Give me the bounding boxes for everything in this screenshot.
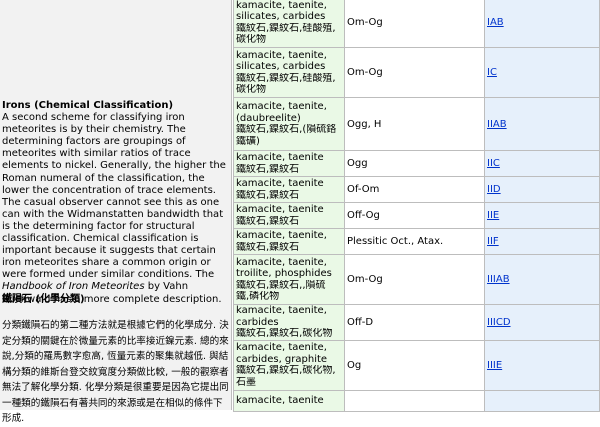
chemical-class-link[interactable]: IC — [487, 67, 497, 78]
structural-group-cell: Og — [344, 339, 485, 391]
mineralogy-cell: kamacite, taenite, 鐵紋石,鎳紋石 — [233, 228, 345, 255]
structural-group-cell: Plessitic Oct., Atax. — [344, 228, 485, 255]
mineralogy-line: silicates, carbides — [236, 61, 326, 72]
mineralogy-cell: kamacite, taenite, silicates, carbides 鐵紋石… — [233, 0, 345, 48]
structural-group-cell: Om-Og — [344, 254, 485, 305]
mineralogy-line: carbides — [236, 316, 279, 328]
table-row: kamacite, taenite, 鐵紋石,鎳紋石 Plessitic Oct.,… — [233, 228, 600, 255]
mineralogy-line: 鐵紋石,鎳紋石 — [236, 241, 300, 253]
mineralogy-line: kamacite, taenite, — [236, 342, 327, 353]
mineralogy-line: carbides, graphite — [236, 353, 328, 365]
structural-group-cell — [344, 389, 485, 412]
mineralogy-line: 鐵紋石,鎳紋石,硅酸殖, — [236, 72, 336, 84]
chemical-class-cell: IIE — [484, 202, 600, 229]
mineralogy-cell: kamacite, taenite 鐵紋石,鎳紋石 — [233, 202, 345, 229]
mineralogy-line: kamacite, taenite — [236, 152, 324, 163]
mineralogy-line: 鐵紋石,鎳紋石,(隕硫鉻 — [236, 124, 337, 135]
table-row: kamacite, taenite 鐵紋石,鎳紋石 Of-Om IID — [233, 176, 600, 203]
chemical-class-cell: IC — [484, 47, 600, 98]
chemical-class-cell: IIAB — [484, 97, 600, 151]
chemical-class-link[interactable]: IIICD — [487, 317, 511, 328]
mineralogy-line: silicates, carbides — [236, 11, 326, 22]
mineralogy-line: 鐵,磷化物 — [236, 291, 280, 302]
table-row: kamacite, taenite, carbides, graphite 鐵紋石,… — [233, 339, 600, 391]
mineralogy-line: 鐵礦) — [236, 135, 260, 147]
structural-group-cell: Ogg — [344, 150, 485, 177]
description-panel: Irons (Chemical Classification) A second… — [0, 0, 232, 424]
mineralogy-cell: kamacite, taenite, silicates, carbides 鐵紋石… — [233, 47, 345, 98]
mineralogy-line: kamacite, taenite, — [236, 49, 327, 61]
mineralogy-line: kamacite, taenite — [236, 204, 324, 215]
chemical-class-cell: IIF — [484, 228, 600, 255]
chinese-heading: 鐵隕石 (化學分類) — [2, 294, 85, 305]
mineralogy-line: 鐵紋石,鎳紋石,,隕硫 — [236, 279, 326, 291]
mineralogy-cell: kamacite, taenite, troilite, phosphides 鐵紋… — [233, 254, 345, 305]
mineralogy-line: kamacite, taenite, — [236, 101, 327, 112]
chinese-paragraph: 分類鐵隕石的第二種方法就是根據它們的化學成分. 決定分類的關鍵在於微量元素的比率… — [2, 320, 229, 424]
mineralogy-line: 鐵紋石,鎳紋石 — [236, 215, 300, 227]
chemical-class-cell: IAB — [484, 0, 600, 48]
table-row: kamacite, taenite 鐵紋石,鎳紋石 Ogg IIC — [233, 150, 600, 177]
chemical-class-link[interactable]: IID — [487, 184, 501, 195]
table-row: kamacite, taenite, silicates, carbides 鐵紋石… — [233, 0, 600, 48]
mineralogy-line: 鐵紋石,鎳紋石,硅酸殖, — [236, 22, 336, 34]
chemical-class-link[interactable]: IIC — [487, 158, 500, 169]
english-description: Irons (Chemical Classification) A second… — [2, 100, 230, 306]
chemical-class-link[interactable]: IAB — [487, 17, 504, 28]
structural-group-cell: Om-Og — [344, 0, 485, 48]
mineralogy-line: kamacite, taenite, — [236, 256, 327, 268]
structural-group-cell: Off-Og — [344, 202, 485, 229]
structural-group-cell: Ogg, H — [344, 97, 485, 151]
section-heading: Irons (Chemical Classification) — [2, 100, 174, 111]
structural-group-cell: Of-Om — [344, 176, 485, 203]
chemical-class-cell: IIICD — [484, 304, 600, 341]
table-row: kamacite, taenite, (daubreelite) 鐵紋石,鎳紋石,(… — [233, 97, 600, 151]
chemical-class-link[interactable]: IIAB — [487, 119, 507, 130]
mineralogy-line: 鐵紋石,鎳紋石 — [236, 189, 300, 201]
chemical-class-cell: IID — [484, 176, 600, 203]
chemical-class-cell: IIC — [484, 150, 600, 177]
mineralogy-line: kamacite, taenite, — [236, 305, 327, 316]
mineralogy-line: kamacite, taenite, — [236, 230, 327, 241]
chemical-class-cell — [484, 389, 600, 412]
mineralogy-cell: kamacite, taenite, carbides 鐵紋石,鎳紋石,碳化物 — [233, 304, 345, 341]
mineralogy-line: kamacite, taenite — [236, 178, 324, 189]
mineralogy-line: 碳化物 — [236, 84, 266, 95]
table-row: kamacite, taenite, troilite, phosphides 鐵紋… — [233, 254, 600, 305]
structural-group-cell: Om-Og — [344, 47, 485, 98]
mineralogy-cell: kamacite, taenite, (daubreelite) 鐵紋石,鎳紋石,(… — [233, 97, 345, 151]
mineralogy-line: kamacite, taenite — [236, 394, 324, 406]
table-row: kamacite, taenite — [233, 389, 600, 412]
mineralogy-line: kamacite, taenite, — [236, 0, 327, 11]
paragraph-text: A second scheme for classifying iron met… — [2, 112, 226, 281]
chemical-class-link[interactable]: IIF — [487, 236, 499, 247]
mineralogy-cell: kamacite, taenite, carbides, graphite 鐵紋石,… — [233, 339, 345, 391]
chemical-class-link[interactable]: IIIAB — [487, 274, 510, 285]
section-paragraph: A second scheme for classifying iron met… — [2, 112, 230, 306]
mineralogy-line: 石墨 — [236, 376, 256, 388]
mineralogy-line: (daubreelite) — [236, 112, 301, 124]
table-row: kamacite, taenite, silicates, carbides 鐵紋石… — [233, 47, 600, 98]
table-row: kamacite, taenite, carbides 鐵紋石,鎳紋石,碳化物 Off… — [233, 304, 600, 341]
mineralogy-line: 鐵紋石,鎳紋石 — [236, 163, 300, 175]
chemical-class-cell: IIIE — [484, 339, 600, 391]
mineralogy-line: 碳化物 — [236, 34, 266, 45]
chemical-class-link[interactable]: IIE — [487, 210, 499, 221]
chemical-class-cell: IIIAB — [484, 254, 600, 305]
table-row: kamacite, taenite 鐵紋石,鎳紋石 Off-Og IIE — [233, 202, 600, 229]
classification-table: kamacite, taenite, silicates, carbides 鐵紋石… — [233, 0, 600, 412]
chemical-class-link[interactable]: IIIE — [487, 360, 502, 371]
structural-group-cell: Off-D — [344, 304, 485, 341]
mineralogy-line: 鐵紋石,鎳紋石,碳化物, — [236, 365, 336, 376]
mineralogy-cell: kamacite, taenite — [233, 389, 345, 412]
mineralogy-cell: kamacite, taenite 鐵紋石,鎳紋石 — [233, 150, 345, 177]
mineralogy-line: 鐵紋石,鎳紋石,碳化物 — [236, 328, 333, 339]
mineralogy-cell: kamacite, taenite 鐵紋石,鎳紋石 — [233, 176, 345, 203]
mineralogy-line: troilite, phosphides — [236, 268, 332, 279]
